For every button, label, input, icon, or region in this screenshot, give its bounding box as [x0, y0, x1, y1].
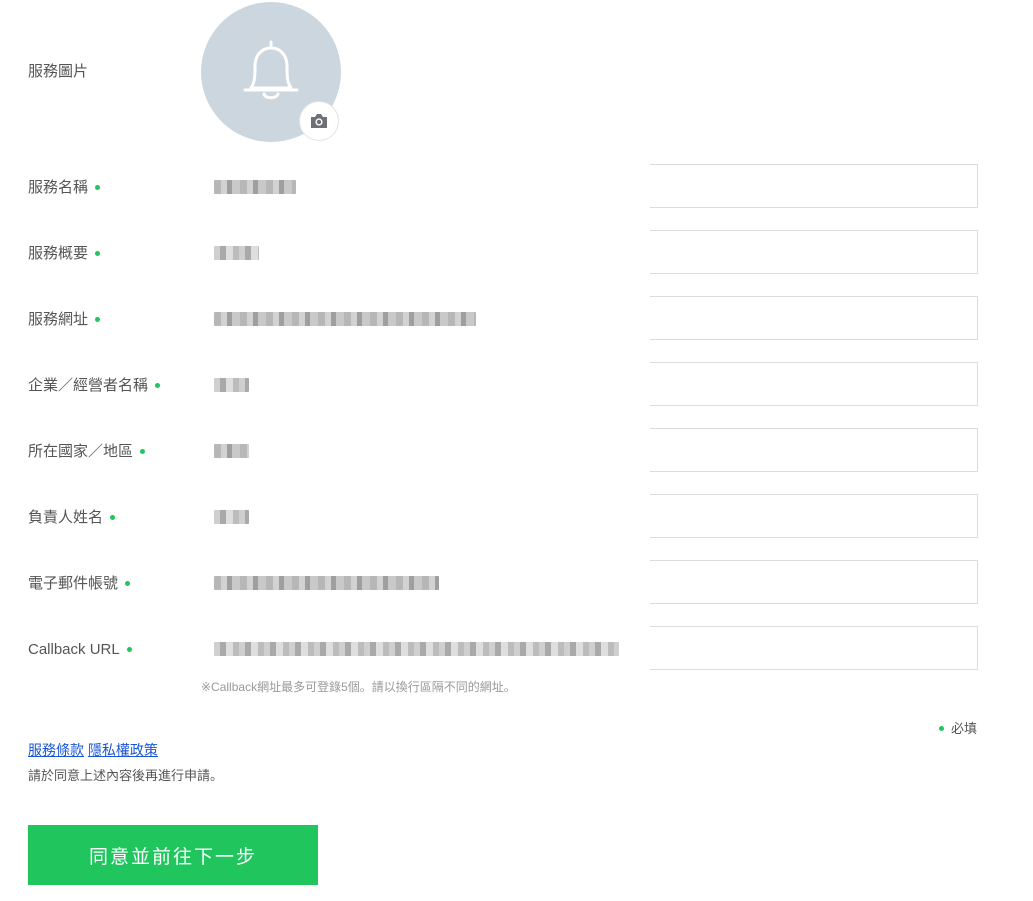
required-dot — [938, 726, 944, 732]
agreement-text: 請於同意上述內容後再進行申請。 — [28, 768, 224, 783]
service-image-label-text: 服務圖片 — [28, 63, 89, 80]
service-url-label-text: 服務網址 — [28, 311, 89, 328]
country-label: 所在國家／地區 — [28, 442, 146, 462]
owner-name-input[interactable] — [201, 494, 978, 538]
owner-name-label: 負責人姓名 — [28, 508, 116, 528]
service-summary-input[interactable] — [201, 230, 978, 274]
email-label-text: 電子郵件帳號 — [28, 575, 119, 592]
required-dot — [155, 382, 161, 388]
service-url-label: 服務網址 — [28, 310, 101, 330]
callback-url-hint: ※Callback網址最多可登錄5個。請以換行區隔不同的網址。 — [201, 680, 516, 694]
owner-name-label-text: 負責人姓名 — [28, 509, 104, 526]
required-dot — [126, 646, 132, 652]
required-dot — [125, 580, 131, 586]
email-label: 電子郵件帳號 — [28, 574, 131, 594]
service-image-label: 服務圖片 — [28, 62, 88, 82]
callback-url-label-text: Callback URL — [28, 641, 120, 658]
service-terms-link[interactable]: 服務條款 — [28, 742, 84, 758]
callback-url-input[interactable] — [201, 626, 978, 670]
required-dot — [95, 316, 101, 322]
required-dot — [95, 250, 101, 256]
camera-icon — [311, 114, 327, 128]
required-legend-text: 必填 — [950, 721, 977, 736]
service-name-label-text: 服務名稱 — [28, 179, 89, 196]
service-summary-label-text: 服務概要 — [28, 245, 89, 262]
country-input[interactable] — [201, 428, 978, 472]
required-dot — [110, 514, 116, 520]
terms-links: 服務條款 隱私權政策 — [28, 740, 158, 760]
agree-next-button[interactable]: 同意並前往下一步 — [28, 825, 318, 885]
service-summary-label: 服務概要 — [28, 244, 101, 264]
service-name-input[interactable] — [201, 164, 978, 208]
privacy-policy-link[interactable]: 隱私權政策 — [88, 742, 158, 758]
required-legend: 必填 — [938, 718, 977, 737]
company-name-label: 企業／經營者名稱 — [28, 376, 161, 396]
required-dot — [95, 184, 101, 190]
bell-icon — [243, 40, 299, 100]
service-name-label: 服務名稱 — [28, 178, 101, 198]
callback-url-label: Callback URL — [28, 640, 132, 660]
upload-image-button[interactable] — [299, 101, 339, 141]
company-name-input[interactable] — [201, 362, 978, 406]
country-label-text: 所在國家／地區 — [28, 443, 134, 460]
company-name-label-text: 企業／經營者名稱 — [28, 377, 149, 394]
service-url-input[interactable] — [201, 296, 978, 340]
email-input[interactable] — [201, 560, 978, 604]
required-dot — [140, 448, 146, 454]
